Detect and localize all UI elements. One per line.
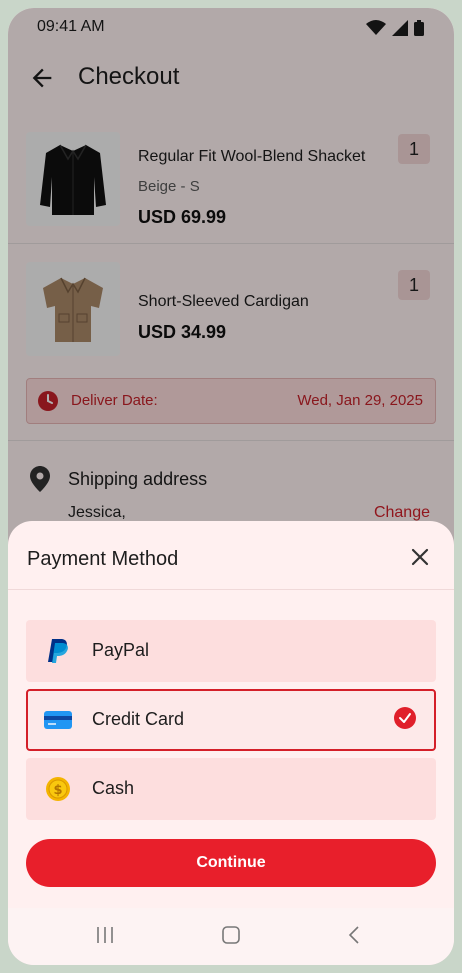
recent-apps-icon[interactable] — [94, 924, 116, 946]
selected-check-icon — [394, 707, 416, 729]
system-nav-bar — [8, 908, 454, 965]
option-label: Credit Card — [92, 709, 185, 729]
credit-card-icon — [44, 707, 72, 733]
home-icon[interactable] — [220, 924, 242, 946]
option-label: PayPal — [92, 640, 150, 660]
payment-method-sheet: Payment Method PayPal Credit Card $ Cash… — [8, 521, 454, 965]
payment-option-credit-card[interactable]: Credit Card — [26, 689, 436, 751]
svg-text:$: $ — [53, 783, 62, 798]
sheet-title: Payment Method — [27, 548, 179, 570]
sheet-divider — [8, 589, 454, 590]
payment-option-cash[interactable]: $ Cash — [26, 758, 436, 820]
device-screen: 09:41 AM Checkout Regular Fit Wool-Blend… — [8, 8, 454, 965]
coin-icon: $ — [44, 776, 72, 802]
continue-button[interactable]: Continue — [26, 839, 436, 887]
paypal-icon — [44, 638, 72, 664]
payment-option-paypal[interactable]: PayPal — [26, 620, 436, 682]
back-nav-icon[interactable] — [344, 924, 366, 946]
close-icon[interactable] — [408, 545, 432, 569]
option-label: Cash — [92, 778, 135, 798]
